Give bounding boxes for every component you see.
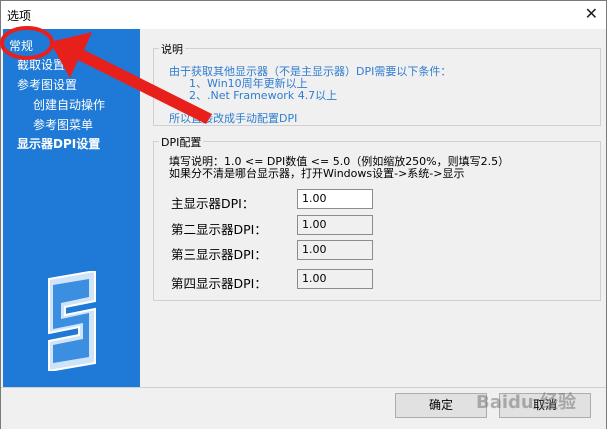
fourth-dpi-input[interactable]: 1.00 bbox=[297, 269, 373, 289]
third-dpi-label: 第三显示器DPI： bbox=[171, 247, 267, 262]
watermark: Baidu 经验 bbox=[475, 392, 576, 413]
fourth-dpi-label: 第四显示器DPI： bbox=[171, 276, 267, 291]
app-logo bbox=[48, 271, 96, 371]
sidebar-item-monitor-dpi[interactable]: 显示器DPI设置 bbox=[17, 135, 100, 152]
window-title: 选项 bbox=[7, 9, 32, 23]
primary-dpi-input[interactable]: 1.00 bbox=[297, 189, 373, 209]
second-dpi-label: 第二显示器DPI： bbox=[171, 222, 267, 237]
close-icon[interactable]: ✕ bbox=[585, 4, 598, 23]
sidebar-item-capture-settings[interactable]: 截取设置 bbox=[17, 56, 65, 73]
dpi-instructions: 如果分不清是哪台显示器，打开Windows设置->系统->显示 bbox=[169, 167, 465, 180]
primary-dpi-label: 主显示器DPI： bbox=[171, 196, 255, 211]
info-line: 所以直接改成手动配置DPI bbox=[169, 112, 298, 125]
sidebar-item-general[interactable]: 常规 bbox=[9, 37, 33, 54]
sidebar-item-reference-settings[interactable]: 参考图设置 bbox=[17, 76, 77, 93]
ok-button[interactable]: 确定 bbox=[395, 393, 487, 418]
title-bar: 选项 ✕ bbox=[1, 1, 606, 29]
sidebar-item-reference-menu[interactable]: 参考图菜单 bbox=[33, 116, 93, 133]
sidebar: 常规 截取设置 参考图设置 创建自动操作 参考图菜单 显示器DPI设置 bbox=[3, 29, 140, 387]
second-dpi-input[interactable]: 1.00 bbox=[297, 215, 373, 235]
dpi-group-title: DPI配置 bbox=[159, 134, 204, 150]
options-dialog: 选项 ✕ 常规 截取设置 参考图设置 创建自动操作 参考图菜单 显示器DPI设置… bbox=[0, 0, 607, 429]
info-group-title: 说明 bbox=[159, 41, 185, 57]
third-dpi-input[interactable]: 1.00 bbox=[297, 240, 373, 260]
sidebar-item-create-auto-action[interactable]: 创建自动操作 bbox=[33, 96, 105, 113]
settings-panel: 说明 由于获取其他显示器（不是主显示器）DPI需要以下条件： 1、Win10周年… bbox=[141, 29, 606, 387]
info-line: 2、.Net Framework 4.7以上 bbox=[189, 89, 338, 102]
